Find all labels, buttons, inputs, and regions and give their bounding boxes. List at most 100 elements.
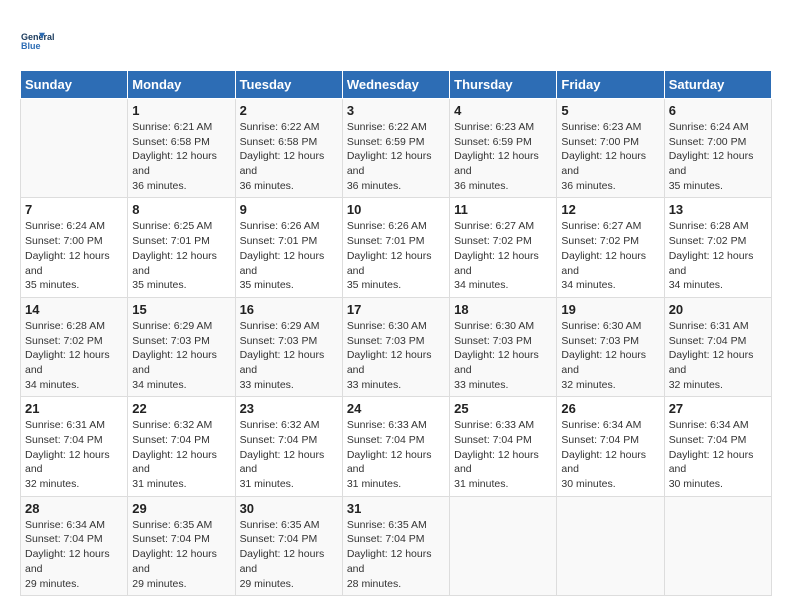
day-info: Sunrise: 6:35 AMSunset: 7:04 PMDaylight:… xyxy=(347,518,445,591)
logo: General Blue xyxy=(20,20,64,60)
day-info: Sunrise: 6:32 AMSunset: 7:04 PMDaylight:… xyxy=(132,418,230,491)
calendar-cell: 30 Sunrise: 6:35 AMSunset: 7:04 PMDayligh… xyxy=(235,496,342,595)
header-tuesday: Tuesday xyxy=(235,71,342,99)
calendar-cell: 15Sunrise: 6:29 AMSunset: 7:03 PMDayligh… xyxy=(128,297,235,396)
calendar-cell: 18Sunrise: 6:30 AMSunset: 7:03 PMDayligh… xyxy=(450,297,557,396)
day-number: 31 xyxy=(347,501,445,516)
day-number: 21 xyxy=(25,401,123,416)
calendar-cell: 31 Sunrise: 6:35 AMSunset: 7:04 PMDayligh… xyxy=(342,496,449,595)
header-friday: Friday xyxy=(557,71,664,99)
header-row: SundayMondayTuesdayWednesdayThursdayFrid… xyxy=(21,71,772,99)
calendar-table: SundayMondayTuesdayWednesdayThursdayFrid… xyxy=(20,70,772,596)
day-info: Sunrise: 6:34 AMSunset: 7:04 PMDaylight:… xyxy=(669,418,767,491)
day-number: 2 xyxy=(240,103,338,118)
day-info: Sunrise: 6:35 AMSunset: 7:04 PMDaylight:… xyxy=(132,518,230,591)
week-row-4: 21 Sunrise: 6:31 AMSunset: 7:04 PMDayligh… xyxy=(21,397,772,496)
day-info: Sunrise: 6:23 AMSunset: 6:59 PMDaylight:… xyxy=(454,120,552,193)
day-info: Sunrise: 6:34 AMSunset: 7:04 PMDaylight:… xyxy=(561,418,659,491)
calendar-cell: 20 Sunrise: 6:31 AMSunset: 7:04 PMDayligh… xyxy=(664,297,771,396)
day-number: 27 xyxy=(669,401,767,416)
day-info: Sunrise: 6:25 AMSunset: 7:01 PMDaylight:… xyxy=(132,219,230,292)
calendar-cell xyxy=(664,496,771,595)
day-info: Sunrise: 6:28 AMSunset: 7:02 PMDaylight:… xyxy=(669,219,767,292)
day-info: Sunrise: 6:30 AMSunset: 7:03 PMDaylight:… xyxy=(347,319,445,392)
day-number: 23 xyxy=(240,401,338,416)
day-info: Sunrise: 6:31 AMSunset: 7:04 PMDaylight:… xyxy=(25,418,123,491)
header-sunday: Sunday xyxy=(21,71,128,99)
day-info: Sunrise: 6:27 AMSunset: 7:02 PMDaylight:… xyxy=(454,219,552,292)
day-number: 1 xyxy=(132,103,230,118)
calendar-cell: 2 Sunrise: 6:22 AMSunset: 6:58 PMDaylight… xyxy=(235,99,342,198)
day-info: Sunrise: 6:26 AMSunset: 7:01 PMDaylight:… xyxy=(347,219,445,292)
logo-icon: General Blue xyxy=(20,20,60,60)
calendar-cell: 12 Sunrise: 6:27 AMSunset: 7:02 PMDayligh… xyxy=(557,198,664,297)
week-row-1: 1 Sunrise: 6:21 AMSunset: 6:58 PMDaylight… xyxy=(21,99,772,198)
calendar-cell: 6 Sunrise: 6:24 AMSunset: 7:00 PMDaylight… xyxy=(664,99,771,198)
day-info: Sunrise: 6:31 AMSunset: 7:04 PMDaylight:… xyxy=(669,319,767,392)
day-number: 17 xyxy=(347,302,445,317)
calendar-cell: 27 Sunrise: 6:34 AMSunset: 7:04 PMDayligh… xyxy=(664,397,771,496)
day-info: Sunrise: 6:22 AMSunset: 6:58 PMDaylight:… xyxy=(240,120,338,193)
day-number: 10 xyxy=(347,202,445,217)
svg-text:General: General xyxy=(21,32,55,42)
day-number: 9 xyxy=(240,202,338,217)
day-info: Sunrise: 6:27 AMSunset: 7:02 PMDaylight:… xyxy=(561,219,659,292)
calendar-cell: 5 Sunrise: 6:23 AMSunset: 7:00 PMDaylight… xyxy=(557,99,664,198)
calendar-cell: 14 Sunrise: 6:28 AMSunset: 7:02 PMDayligh… xyxy=(21,297,128,396)
day-info: Sunrise: 6:21 AMSunset: 6:58 PMDaylight:… xyxy=(132,120,230,193)
day-info: Sunrise: 6:28 AMSunset: 7:02 PMDaylight:… xyxy=(25,319,123,392)
day-number: 15 xyxy=(132,302,230,317)
calendar-cell: 19 Sunrise: 6:30 AMSunset: 7:03 PMDayligh… xyxy=(557,297,664,396)
calendar-cell: 23 Sunrise: 6:32 AMSunset: 7:04 PMDayligh… xyxy=(235,397,342,496)
day-number: 24 xyxy=(347,401,445,416)
calendar-cell: 9 Sunrise: 6:26 AMSunset: 7:01 PMDaylight… xyxy=(235,198,342,297)
calendar-cell: 25Sunrise: 6:33 AMSunset: 7:04 PMDayligh… xyxy=(450,397,557,496)
calendar-cell: 11 Sunrise: 6:27 AMSunset: 7:02 PMDayligh… xyxy=(450,198,557,297)
day-number: 3 xyxy=(347,103,445,118)
day-info: Sunrise: 6:24 AMSunset: 7:00 PMDaylight:… xyxy=(25,219,123,292)
day-number: 12 xyxy=(561,202,659,217)
day-info: Sunrise: 6:30 AMSunset: 7:03 PMDaylight:… xyxy=(561,319,659,392)
calendar-cell: 28Sunrise: 6:34 AMSunset: 7:04 PMDayligh… xyxy=(21,496,128,595)
day-number: 6 xyxy=(669,103,767,118)
day-number: 7 xyxy=(25,202,123,217)
day-info: Sunrise: 6:23 AMSunset: 7:00 PMDaylight:… xyxy=(561,120,659,193)
week-row-2: 7 Sunrise: 6:24 AMSunset: 7:00 PMDaylight… xyxy=(21,198,772,297)
calendar-cell: 10 Sunrise: 6:26 AMSunset: 7:01 PMDayligh… xyxy=(342,198,449,297)
calendar-cell: 7 Sunrise: 6:24 AMSunset: 7:00 PMDaylight… xyxy=(21,198,128,297)
calendar-cell xyxy=(21,99,128,198)
day-info: Sunrise: 6:29 AMSunset: 7:03 PMDaylight:… xyxy=(240,319,338,392)
day-info: Sunrise: 6:24 AMSunset: 7:00 PMDaylight:… xyxy=(669,120,767,193)
header-wednesday: Wednesday xyxy=(342,71,449,99)
svg-text:Blue: Blue xyxy=(21,41,41,51)
calendar-cell xyxy=(557,496,664,595)
calendar-cell: 24Sunrise: 6:33 AMSunset: 7:04 PMDayligh… xyxy=(342,397,449,496)
calendar-cell: 1 Sunrise: 6:21 AMSunset: 6:58 PMDaylight… xyxy=(128,99,235,198)
day-info: Sunrise: 6:26 AMSunset: 7:01 PMDaylight:… xyxy=(240,219,338,292)
day-number: 14 xyxy=(25,302,123,317)
calendar-cell: 3 Sunrise: 6:22 AMSunset: 6:59 PMDaylight… xyxy=(342,99,449,198)
calendar-cell: 21 Sunrise: 6:31 AMSunset: 7:04 PMDayligh… xyxy=(21,397,128,496)
header-saturday: Saturday xyxy=(664,71,771,99)
day-number: 19 xyxy=(561,302,659,317)
calendar-cell: 16 Sunrise: 6:29 AMSunset: 7:03 PMDayligh… xyxy=(235,297,342,396)
header-thursday: Thursday xyxy=(450,71,557,99)
day-number: 28 xyxy=(25,501,123,516)
day-number: 20 xyxy=(669,302,767,317)
calendar-cell: 4Sunrise: 6:23 AMSunset: 6:59 PMDaylight… xyxy=(450,99,557,198)
day-number: 11 xyxy=(454,202,552,217)
day-number: 26 xyxy=(561,401,659,416)
calendar-cell: 22Sunrise: 6:32 AMSunset: 7:04 PMDayligh… xyxy=(128,397,235,496)
week-row-5: 28Sunrise: 6:34 AMSunset: 7:04 PMDayligh… xyxy=(21,496,772,595)
day-info: Sunrise: 6:33 AMSunset: 7:04 PMDaylight:… xyxy=(454,418,552,491)
calendar-cell: 8Sunrise: 6:25 AMSunset: 7:01 PMDaylight… xyxy=(128,198,235,297)
calendar-cell xyxy=(450,496,557,595)
page-header: General Blue xyxy=(20,20,772,60)
day-number: 16 xyxy=(240,302,338,317)
day-number: 30 xyxy=(240,501,338,516)
day-info: Sunrise: 6:35 AMSunset: 7:04 PMDaylight:… xyxy=(240,518,338,591)
day-number: 13 xyxy=(669,202,767,217)
day-info: Sunrise: 6:32 AMSunset: 7:04 PMDaylight:… xyxy=(240,418,338,491)
day-info: Sunrise: 6:22 AMSunset: 6:59 PMDaylight:… xyxy=(347,120,445,193)
day-number: 5 xyxy=(561,103,659,118)
